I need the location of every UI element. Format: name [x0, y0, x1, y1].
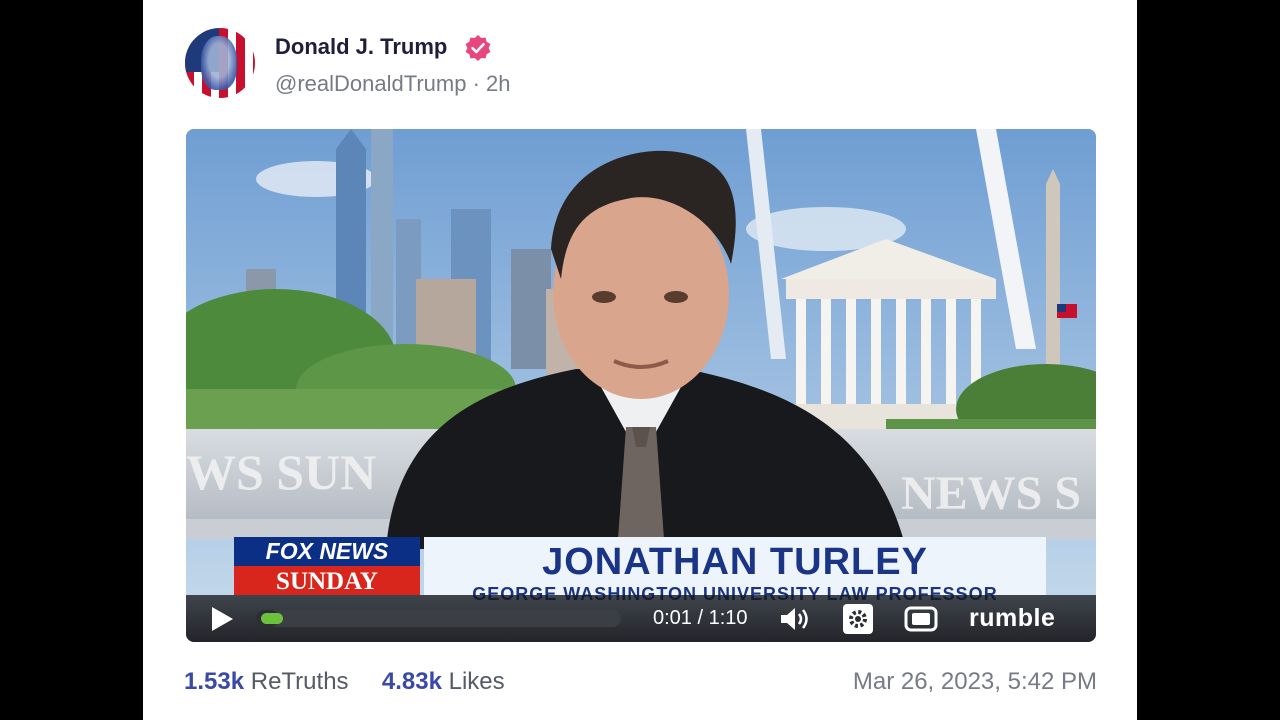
play-icon[interactable] [208, 605, 236, 633]
video-player[interactable]: WS SUN NEWS S FOX NEWS SUNDAY JONATHAN T… [186, 129, 1096, 642]
author-handle-time[interactable]: @realDonaldTrump · 2h [275, 71, 511, 97]
chyron-show-logo: FOX NEWS SUNDAY [234, 537, 420, 595]
rumble-logo[interactable]: rumble [969, 604, 1055, 633]
volume-icon[interactable] [778, 604, 812, 634]
likes-count[interactable]: 4.83k [382, 668, 442, 695]
avatar[interactable] [185, 28, 255, 98]
player-controls: 0:01 / 1:10 rumble [186, 595, 1096, 642]
likes-label[interactable]: Likes [449, 668, 505, 695]
video-time: 0:01 / 1:10 [653, 607, 748, 629]
post-card: Donald J. Trump @realDonaldTrump · 2h WS… [143, 0, 1137, 720]
chyron-network: FOX NEWS [234, 537, 420, 566]
verified-badge-icon [465, 35, 491, 61]
background-text-left: WS SUN [186, 444, 376, 500]
chyron-name: JONATHAN TURLEY [542, 541, 928, 583]
retruths-count[interactable]: 1.53k [184, 668, 244, 695]
progress-bar[interactable] [256, 610, 621, 627]
fullscreen-icon[interactable] [904, 605, 938, 633]
chyron-show: SUNDAY [234, 566, 420, 595]
avatar-portrait [201, 36, 237, 90]
post-date[interactable]: Mar 26, 2023, 5:42 PM [853, 668, 1097, 696]
post-stats: 1.53k ReTruths 4.83k Likes [184, 668, 505, 696]
chyron-name-plate: JONATHAN TURLEY GEORGE WASHINGTON UNIVER… [424, 537, 1046, 604]
settings-gear-icon[interactable] [842, 604, 874, 634]
background-text-right: NEWS S [901, 467, 1081, 520]
retruths-label[interactable]: ReTruths [251, 668, 349, 695]
author-name[interactable]: Donald J. Trump [275, 34, 447, 60]
progress-knob[interactable] [261, 613, 283, 624]
